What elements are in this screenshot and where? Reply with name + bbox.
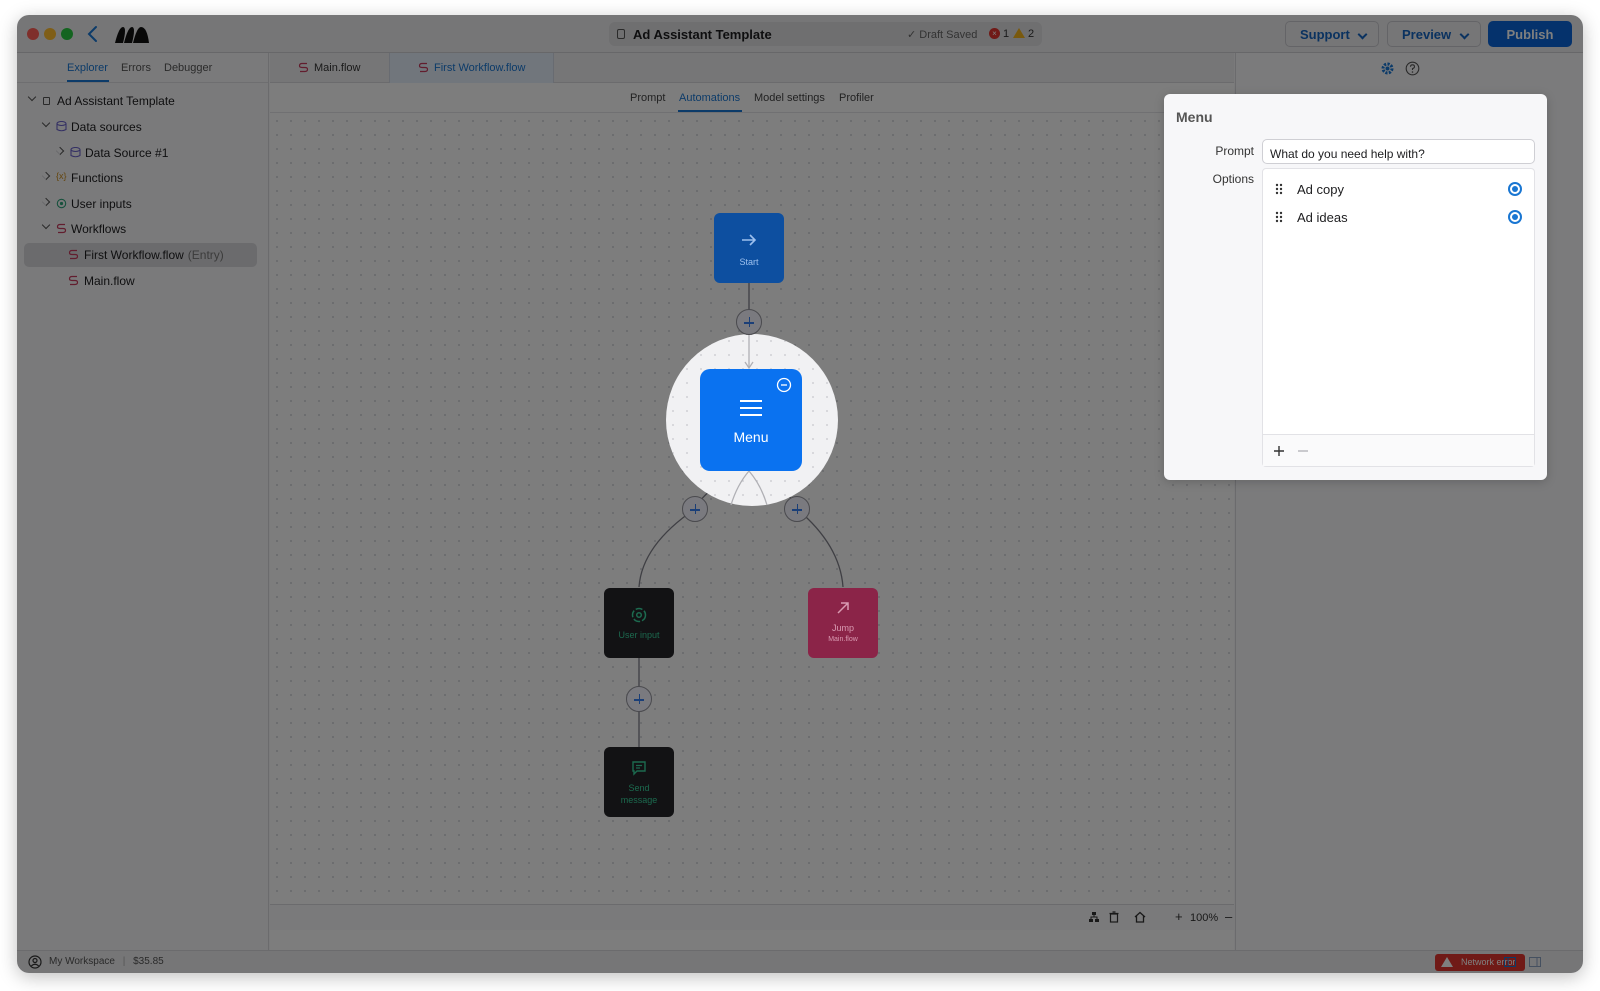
drag-handle-icon[interactable] [1275, 183, 1283, 195]
remove-icon[interactable] [776, 377, 792, 393]
prompt-label: Prompt [1215, 144, 1254, 158]
jump-arrow-icon [837, 602, 849, 614]
jump-node[interactable]: Jump Main.flow [808, 588, 878, 658]
user-input-icon [631, 607, 647, 623]
remove-option-icon[interactable] [1297, 445, 1309, 457]
node-label: Jump [831, 623, 854, 633]
popover-title: Menu [1176, 109, 1213, 125]
message-icon [632, 761, 646, 776]
arrow-right-icon [742, 234, 757, 246]
send-message-node[interactable]: Send message [604, 747, 674, 817]
node-label: Send [628, 783, 650, 793]
menu-settings-popover: Menu Prompt Options Ad copy Ad ideas [1164, 94, 1547, 480]
add-step-button[interactable] [682, 496, 708, 522]
prompt-input[interactable] [1262, 139, 1535, 164]
option-label: Ad ideas [1297, 210, 1348, 225]
list-item[interactable]: Ad ideas [1263, 203, 1534, 231]
add-step-button[interactable] [626, 686, 652, 712]
menu-node[interactable]: Menu [700, 369, 802, 471]
menu-icon [740, 400, 762, 416]
start-node[interactable]: Start [714, 213, 784, 283]
user-input-node[interactable]: User input [604, 588, 674, 658]
option-label: Ad copy [1297, 182, 1344, 197]
options-label: Options [1212, 172, 1254, 186]
option-radio[interactable] [1508, 182, 1522, 196]
options-list: Ad copy Ad ideas [1262, 168, 1535, 467]
app-window: Ad Assistant Template ✓ Draft Saved × 1 … [17, 15, 1583, 973]
list-item[interactable]: Ad copy [1263, 175, 1534, 203]
drag-handle-icon[interactable] [1275, 211, 1283, 223]
options-footer [1263, 434, 1534, 466]
node-label: Menu [733, 429, 769, 445]
add-option-icon[interactable] [1273, 445, 1285, 457]
node-label-line2: message [620, 795, 658, 805]
jump-target: Main.flow [828, 636, 858, 643]
add-step-button[interactable] [736, 309, 762, 335]
node-label: User input [618, 630, 660, 640]
node-label: Start [739, 257, 759, 267]
add-step-button[interactable] [784, 496, 810, 522]
option-radio[interactable] [1508, 210, 1522, 224]
